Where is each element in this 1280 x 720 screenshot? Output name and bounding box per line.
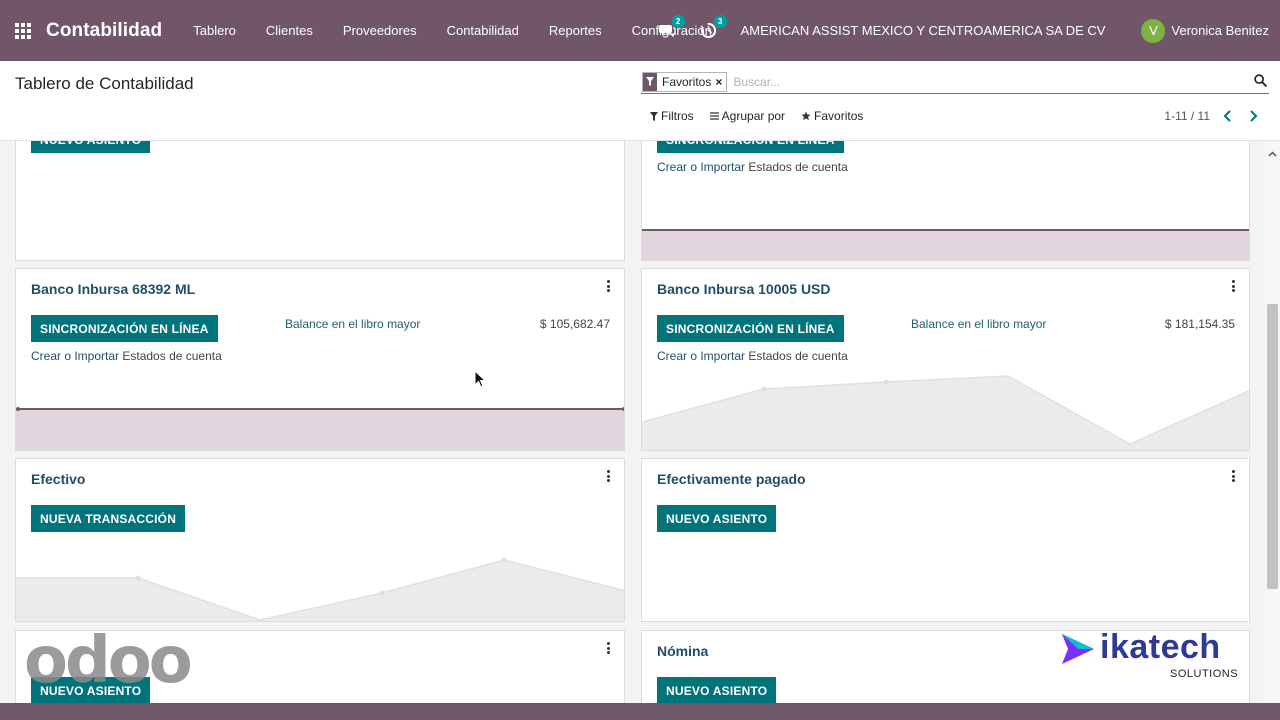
filter-facet-icon [643,72,657,91]
page-title: Tablero de Contabilidad [15,74,194,93]
journal-title[interactable]: Nómina [657,643,708,659]
journal-card: Efectivamente pagado NUEVO ASIENTO [641,458,1250,622]
odoo-logo: odoo [24,628,194,688]
app-brand[interactable]: Contabilidad [46,20,162,42]
company-switcher[interactable]: AMERICAN ASSIST MEXICO Y CENTROAMERICA S… [741,23,1106,38]
statements-text: Estados de cuenta [748,349,848,363]
page-scrollbar[interactable] [1265,141,1280,703]
filter-icon [650,111,658,121]
balance-graph [16,557,624,621]
balance-graph [642,229,1249,260]
control-panel: Tablero de Contabilidad Favoritos × Filt… [0,61,1280,141]
import-statements-link[interactable]: Crear o Importar Estados de cuenta [657,160,848,174]
online-sync-button[interactable]: SINCRONIZACIÓN EN LÍNEA [31,315,218,342]
card-options-icon[interactable] [606,470,610,482]
scroll-up-icon[interactable] [1268,144,1277,162]
journal-title[interactable]: Banco Inbursa 68392 ML [31,281,195,297]
ikatech-logo: ikatech SOLUTIONS [1058,628,1243,684]
card-options-icon[interactable] [1231,280,1235,292]
import-statements-link[interactable]: Crear o Importar Estados de cuenta [657,349,848,363]
ikatech-chevron-icon [1062,634,1094,664]
dashboard: NUEVO ASIENTO SINCRONIZACIÓN EN LÍNEA Cr… [0,141,1265,703]
odoo-logo-text: odoo [24,628,191,688]
import-statements-link[interactable]: Crear o Importar Estados de cuenta [31,349,222,363]
create-import-link[interactable]: Crear o Importar [657,160,745,174]
scrollbar-thumb[interactable] [1267,304,1278,589]
favorites-label: Favoritos [814,109,864,123]
journal-title[interactable]: Banco Inbursa 10005 USD [657,281,831,297]
apps-menu-icon[interactable] [14,22,32,40]
pager-next-icon[interactable] [1248,109,1258,127]
new-entry-button[interactable]: NUEVO ASIENTO [657,677,777,703]
menu-reportes[interactable]: Reportes [534,23,617,38]
balance-graph [16,407,624,450]
favorites-button[interactable]: Favoritos [801,109,863,123]
online-sync-button[interactable]: SINCRONIZACIÓN EN LÍNEA [657,141,844,153]
mouse-cursor-icon [474,370,486,388]
activities-badge: 3 [713,14,727,28]
pager-previous-icon[interactable] [1223,109,1233,127]
statements-text: Estados de cuenta [122,349,222,363]
card-options-icon[interactable] [606,280,610,292]
user-avatar[interactable]: V [1141,18,1166,43]
group-by-label: Agrupar por [721,109,786,123]
create-import-link[interactable]: Crear o Importar [657,349,745,363]
bank-journal-card: Banco Inbursa 68392 ML SINCRONIZACIÓN EN… [15,268,625,451]
online-sync-button[interactable]: SINCRONIZACIÓN EN LÍNEA [657,315,844,342]
new-transaction-button[interactable]: NUEVA TRANSACCIÓN [31,505,186,532]
new-entry-button[interactable]: NUEVO ASIENTO [657,505,777,532]
menu-contabilidad[interactable]: Contabilidad [432,23,534,38]
search-bar: Favoritos × [641,70,1269,94]
group-by-button[interactable]: Agrupar por [709,109,786,123]
new-entry-button[interactable]: NUEVO ASIENTO [31,141,151,153]
balance-graph [642,375,1249,450]
pager-value[interactable]: 1-11 / 11 [1164,109,1210,123]
list-icon [709,112,719,120]
balance-value: $ 105,682.47 [539,317,610,331]
balance-label[interactable]: Balance en el libro mayor [911,317,1046,331]
facet-label: Favoritos [662,74,712,89]
top-navbar: Contabilidad Tablero Clientes Proveedore… [0,0,1280,61]
search-facet: Favoritos × [642,71,728,92]
cash-journal-card: Efectivo NUEVA TRANSACCIÓN [15,458,625,622]
journal-card: NUEVO ASIENTO [15,141,625,261]
filters-button[interactable]: Filtros [650,109,694,123]
journal-title[interactable]: Efectivo [31,471,85,487]
bank-journal-card: Banco Inbursa 10005 USD SINCRONIZACIÓN E… [641,268,1250,451]
balance-label[interactable]: Balance en el libro mayor [285,317,420,331]
activities-icon[interactable]: 3 [699,14,727,41]
balance-value: $ 181,154.35 [1164,317,1235,331]
messages-badge: 2 [671,14,685,28]
messages-icon[interactable]: 2 [657,14,685,41]
facet-remove-icon[interactable]: × [715,73,726,91]
filters-label: Filtros [661,109,694,123]
card-options-icon[interactable] [606,642,610,654]
search-input[interactable] [733,74,1234,89]
ikatech-tagline: SOLUTIONS [1170,668,1239,680]
menu-clientes[interactable]: Clientes [251,23,328,38]
menu-proveedores[interactable]: Proveedores [328,23,432,38]
card-options-icon[interactable] [1231,470,1235,482]
ikatech-wordmark: ikatech [1100,628,1221,666]
journal-title[interactable]: Efectivamente pagado [657,471,806,487]
menu-tablero[interactable]: Tablero [178,23,251,38]
search-icon[interactable] [1254,74,1267,92]
statements-text: Estados de cuenta [748,160,848,174]
user-menu[interactable]: Veronica Benitez [1171,23,1269,38]
search-options: Filtros Agrupar por Favoritos [650,109,879,123]
star-icon [801,111,811,121]
bottom-bar [0,703,1280,720]
create-import-link[interactable]: Crear o Importar [31,349,119,363]
journal-card: SINCRONIZACIÓN EN LÍNEA Crear o Importar… [641,141,1250,261]
